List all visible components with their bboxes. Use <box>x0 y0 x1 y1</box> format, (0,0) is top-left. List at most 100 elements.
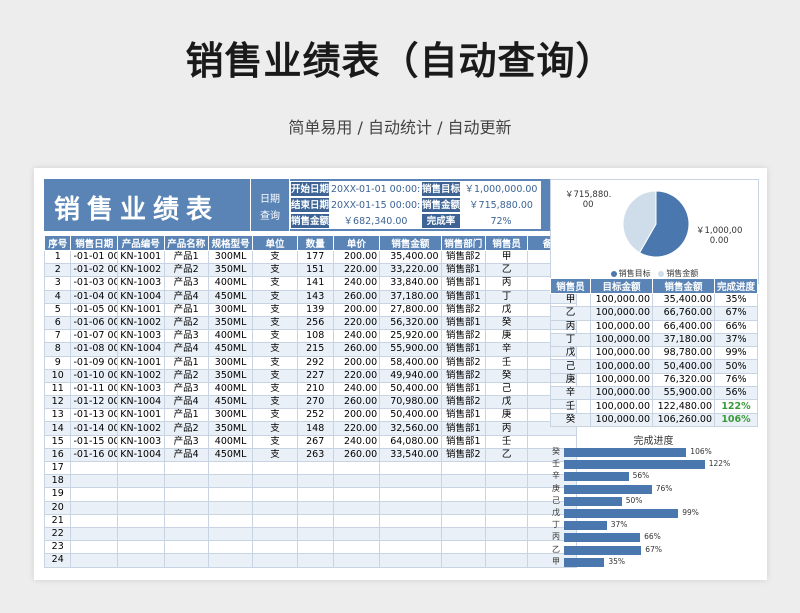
table-cell[interactable]: -01-15 00:0 <box>70 434 118 449</box>
table-cell[interactable]: 2 <box>43 263 72 278</box>
table-cell[interactable]: 产品4 <box>163 289 209 304</box>
table-cell[interactable]: 400ML <box>207 329 254 344</box>
table-cell[interactable]: 18 <box>43 474 72 489</box>
table-cell[interactable]: 辛 <box>484 342 529 357</box>
table-cell[interactable]: 支 <box>252 434 298 449</box>
table-cell[interactable] <box>116 513 165 528</box>
table-cell[interactable]: 销售部2 <box>440 368 486 383</box>
table-cell[interactable]: KN-1003 <box>116 434 165 449</box>
table-cell[interactable] <box>163 500 209 515</box>
table-cell[interactable]: KN-1001 <box>116 249 165 265</box>
table-cell[interactable]: 8 <box>43 342 72 357</box>
table-cell[interactable]: 49,940.00 <box>379 368 442 383</box>
table-cell[interactable] <box>207 513 254 528</box>
table-cell[interactable] <box>116 553 165 568</box>
table-cell[interactable]: 450ML <box>207 447 254 463</box>
table-cell[interactable]: 产品1 <box>163 355 209 370</box>
table-cell[interactable]: 支 <box>252 263 298 278</box>
table-cell[interactable]: 400ML <box>207 276 254 291</box>
table-cell[interactable]: 销售部2 <box>440 447 486 463</box>
table-cell[interactable]: 7 <box>43 329 72 344</box>
table-cell[interactable] <box>70 540 118 555</box>
table-cell[interactable] <box>440 460 486 476</box>
table-cell[interactable]: 450ML <box>207 289 254 304</box>
table-cell[interactable] <box>484 526 529 542</box>
table-cell[interactable]: 产品3 <box>163 329 209 344</box>
table-cell[interactable]: 支 <box>252 315 298 331</box>
table-cell[interactable] <box>116 487 165 502</box>
table-cell[interactable] <box>484 500 529 515</box>
table-cell[interactable] <box>116 460 165 476</box>
table-cell[interactable]: KN-1001 <box>116 355 165 370</box>
table-cell[interactable]: KN-1001 <box>116 408 165 423</box>
table-cell[interactable]: 141 <box>296 276 334 291</box>
table-cell[interactable]: 13 <box>43 408 72 423</box>
table-cell[interactable] <box>70 460 118 476</box>
table-cell[interactable] <box>379 474 442 489</box>
table-cell[interactable]: 癸 <box>484 315 529 331</box>
table-cell[interactable]: KN-1001 <box>116 302 165 317</box>
table-cell[interactable] <box>379 553 442 568</box>
table-cell[interactable]: 14 <box>43 421 72 436</box>
table-cell[interactable] <box>252 487 298 502</box>
table-cell[interactable] <box>296 460 334 476</box>
table-cell[interactable] <box>207 500 254 515</box>
table-cell[interactable]: 240.00 <box>332 434 381 449</box>
table-cell[interactable]: 产品1 <box>163 302 209 317</box>
table-cell[interactable]: 64,080.00 <box>379 434 442 449</box>
table-cell[interactable]: -01-12 00:0 <box>70 395 118 410</box>
table-cell[interactable] <box>296 526 334 542</box>
table-cell[interactable] <box>163 553 209 568</box>
table-cell[interactable]: -01-02 00:0 <box>70 263 118 278</box>
table-cell[interactable]: -01-08 00:0 <box>70 342 118 357</box>
table-cell[interactable] <box>484 513 529 528</box>
table-cell[interactable]: 260.00 <box>332 342 381 357</box>
table-cell[interactable]: 350ML <box>207 368 254 383</box>
table-cell[interactable]: -01-03 00:0 <box>70 276 118 291</box>
table-cell[interactable]: 销售部1 <box>440 421 486 436</box>
table-cell[interactable]: 支 <box>252 249 298 265</box>
table-cell[interactable] <box>296 513 334 528</box>
table-cell[interactable] <box>332 526 381 542</box>
table-cell[interactable]: 58,400.00 <box>379 355 442 370</box>
table-cell[interactable]: -01-06 00:0 <box>70 315 118 331</box>
table-cell[interactable] <box>252 553 298 568</box>
table-cell[interactable]: 220.00 <box>332 368 381 383</box>
table-cell[interactable] <box>252 526 298 542</box>
table-cell[interactable] <box>116 526 165 542</box>
table-cell[interactable]: 5 <box>43 302 72 317</box>
table-cell[interactable]: 19 <box>43 487 72 502</box>
table-cell[interactable] <box>163 540 209 555</box>
table-cell[interactable] <box>332 553 381 568</box>
table-cell[interactable]: 产品2 <box>163 263 209 278</box>
table-cell[interactable]: 销售部1 <box>440 434 486 449</box>
table-cell[interactable]: KN-1002 <box>116 421 165 436</box>
table-cell[interactable] <box>252 540 298 555</box>
table-cell[interactable]: 400ML <box>207 434 254 449</box>
table-cell[interactable]: 15 <box>43 434 72 449</box>
table-cell[interactable]: 450ML <box>207 342 254 357</box>
table-cell[interactable]: 产品3 <box>163 381 209 397</box>
table-cell[interactable]: 151 <box>296 263 334 278</box>
table-cell[interactable] <box>332 460 381 476</box>
table-cell[interactable]: 56,320.00 <box>379 315 442 331</box>
table-cell[interactable]: 300ML <box>207 249 254 265</box>
table-cell[interactable]: -01-13 00:0 <box>70 408 118 423</box>
table-cell[interactable] <box>440 474 486 489</box>
table-cell[interactable]: 220.00 <box>332 421 381 436</box>
table-cell[interactable]: KN-1002 <box>116 315 165 331</box>
table-cell[interactable]: 215 <box>296 342 334 357</box>
table-cell[interactable]: 产品2 <box>163 421 209 436</box>
table-cell[interactable]: 37,180.00 <box>379 289 442 304</box>
table-cell[interactable] <box>70 526 118 542</box>
table-cell[interactable]: 24 <box>43 553 72 568</box>
table-cell[interactable]: 壬 <box>484 355 529 370</box>
table-cell[interactable]: 33,840.00 <box>379 276 442 291</box>
table-cell[interactable]: 戊 <box>484 395 529 410</box>
table-cell[interactable]: 70,980.00 <box>379 395 442 410</box>
table-cell[interactable] <box>440 500 486 515</box>
table-cell[interactable]: 支 <box>252 408 298 423</box>
table-cell[interactable] <box>440 553 486 568</box>
table-cell[interactable]: 甲 <box>484 249 529 265</box>
table-cell[interactable]: 25,920.00 <box>379 329 442 344</box>
